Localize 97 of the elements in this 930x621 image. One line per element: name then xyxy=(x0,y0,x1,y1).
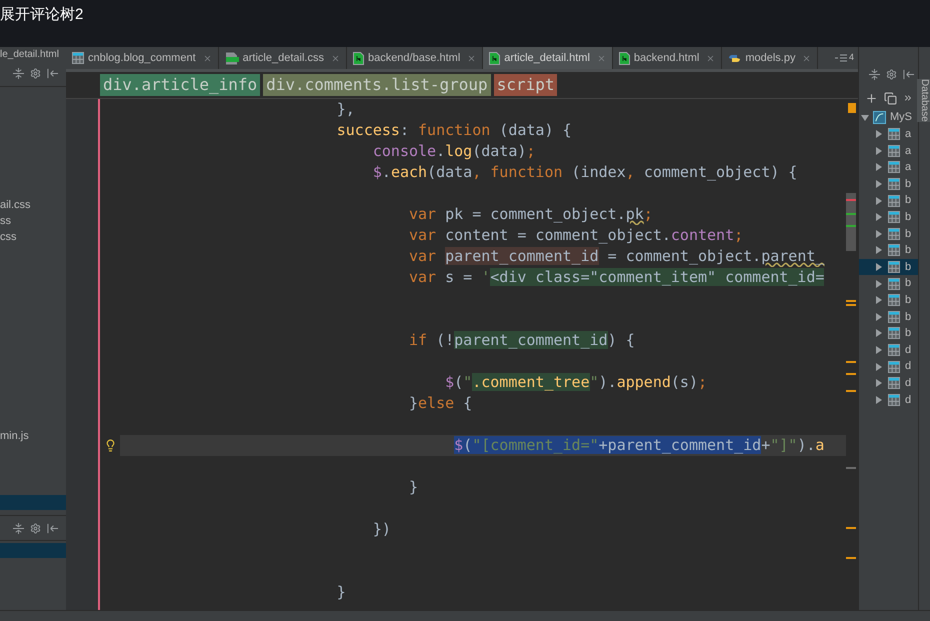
tree-label: b xyxy=(905,226,912,242)
tab-label: article_detail.html xyxy=(504,50,590,66)
settings-icon[interactable] xyxy=(30,68,41,79)
tree-label: b xyxy=(905,292,912,308)
expand-collapse-icon[interactable] xyxy=(869,68,880,80)
breadcrumb[interactable]: div.comments.list-group xyxy=(263,74,491,96)
editor-tab[interactable]: article_detail.css xyxy=(218,47,347,69)
tab-label: backend/base.html xyxy=(368,50,460,66)
tree-item[interactable]: d xyxy=(859,374,918,392)
tab-list-icon[interactable] xyxy=(834,53,847,63)
tree-label: a xyxy=(905,160,912,176)
pin-icon[interactable] xyxy=(47,68,58,79)
table-icon xyxy=(888,294,900,306)
collapse-arrow-icon[interactable] xyxy=(861,114,869,122)
file-name[interactable]: le_detail.html xyxy=(0,47,59,62)
tree-item[interactable]: a xyxy=(859,159,918,176)
tab-label: cnblog.blog_comment xyxy=(88,50,196,66)
tree-label: b xyxy=(905,310,912,325)
file-name[interactable]: min.js xyxy=(0,428,29,444)
table-icon xyxy=(888,310,900,323)
settings-icon[interactable] xyxy=(886,68,897,80)
tree-item[interactable]: b xyxy=(859,226,918,242)
tree-item[interactable]: a xyxy=(859,126,918,143)
tree-label: b xyxy=(905,176,912,192)
tree-item[interactable]: b xyxy=(859,325,918,342)
database-icon xyxy=(873,111,886,124)
table-icon xyxy=(888,194,900,207)
database-tab[interactable]: Database xyxy=(917,79,930,122)
tree-label: d xyxy=(905,392,912,408)
add-icon[interactable] xyxy=(865,92,878,104)
table-icon xyxy=(888,360,900,373)
tree-item[interactable]: b xyxy=(859,292,918,309)
tree-label: a xyxy=(905,127,912,142)
table-icon xyxy=(888,128,900,140)
close-icon[interactable] xyxy=(202,54,212,62)
table-icon xyxy=(888,377,900,390)
tree-item[interactable]: b xyxy=(859,176,918,192)
breadcrumb[interactable]: div.article_info xyxy=(100,74,260,96)
tree-label[interactable]: MyS xyxy=(890,109,912,126)
lightbulb-icon[interactable] xyxy=(104,439,116,452)
tree-item[interactable]: b xyxy=(859,192,918,209)
tree-label: b xyxy=(905,210,912,226)
table-icon xyxy=(888,344,900,356)
tab-label: models.py xyxy=(745,50,796,66)
tree-item[interactable]: d xyxy=(859,342,918,358)
settings-icon[interactable] xyxy=(30,522,41,534)
pin-icon[interactable] xyxy=(47,522,58,534)
table-icon xyxy=(888,244,900,256)
tree-label: b xyxy=(905,326,912,342)
css-file-icon xyxy=(224,52,239,64)
more-icon[interactable] xyxy=(903,93,913,103)
tree-label: a xyxy=(905,144,912,159)
tree-item[interactable]: b xyxy=(859,208,918,226)
table-icon xyxy=(888,327,900,340)
table-icon xyxy=(888,278,900,290)
close-icon[interactable] xyxy=(330,54,340,62)
editor-tab[interactable]: article_detail.html xyxy=(483,47,613,69)
window-title: 展开评论树2 xyxy=(0,6,84,23)
file-name[interactable]: ss xyxy=(0,212,11,230)
close-icon[interactable] xyxy=(467,54,476,62)
table-icon xyxy=(888,161,900,174)
table-icon xyxy=(888,394,900,406)
breadcrumb[interactable]: script xyxy=(494,74,558,96)
tree-item[interactable]: a xyxy=(859,142,918,160)
pin-icon[interactable] xyxy=(903,68,914,80)
table-icon xyxy=(888,211,900,224)
tree-label: b xyxy=(905,260,912,275)
file-name[interactable]: ail.css xyxy=(0,196,31,214)
table-icon xyxy=(72,52,84,64)
tree-label: d xyxy=(905,342,912,358)
expand-collapse-icon[interactable] xyxy=(13,68,24,79)
tree-item[interactable]: b xyxy=(859,275,918,292)
html-file-icon xyxy=(352,52,364,64)
tree-label: d xyxy=(905,359,912,374)
copy-icon[interactable] xyxy=(884,92,897,104)
tree-item[interactable]: b xyxy=(859,308,918,326)
tree-item[interactable]: b xyxy=(859,242,918,259)
hidden-tabs-count: 4 xyxy=(848,51,854,64)
tree-label: b xyxy=(905,193,912,208)
close-icon[interactable] xyxy=(802,54,812,62)
tree-label: b xyxy=(905,276,912,292)
table-icon xyxy=(888,261,900,274)
html-file-icon xyxy=(618,52,630,64)
tree-item[interactable]: d xyxy=(859,392,918,408)
tree-label: b xyxy=(905,243,912,258)
table-icon xyxy=(888,144,900,157)
close-icon[interactable] xyxy=(706,54,716,62)
tab-label: backend.html xyxy=(634,50,700,66)
tab-label: article_detail.css xyxy=(242,50,324,66)
table-icon xyxy=(888,178,900,190)
tree-item[interactable]: b xyxy=(859,258,918,276)
table-icon xyxy=(888,228,900,240)
file-name[interactable]: css xyxy=(0,228,16,246)
tree-item[interactable]: d xyxy=(859,358,918,375)
html-file-icon xyxy=(489,52,500,64)
tree-label: d xyxy=(905,376,912,391)
expand-collapse-icon[interactable] xyxy=(13,522,24,534)
